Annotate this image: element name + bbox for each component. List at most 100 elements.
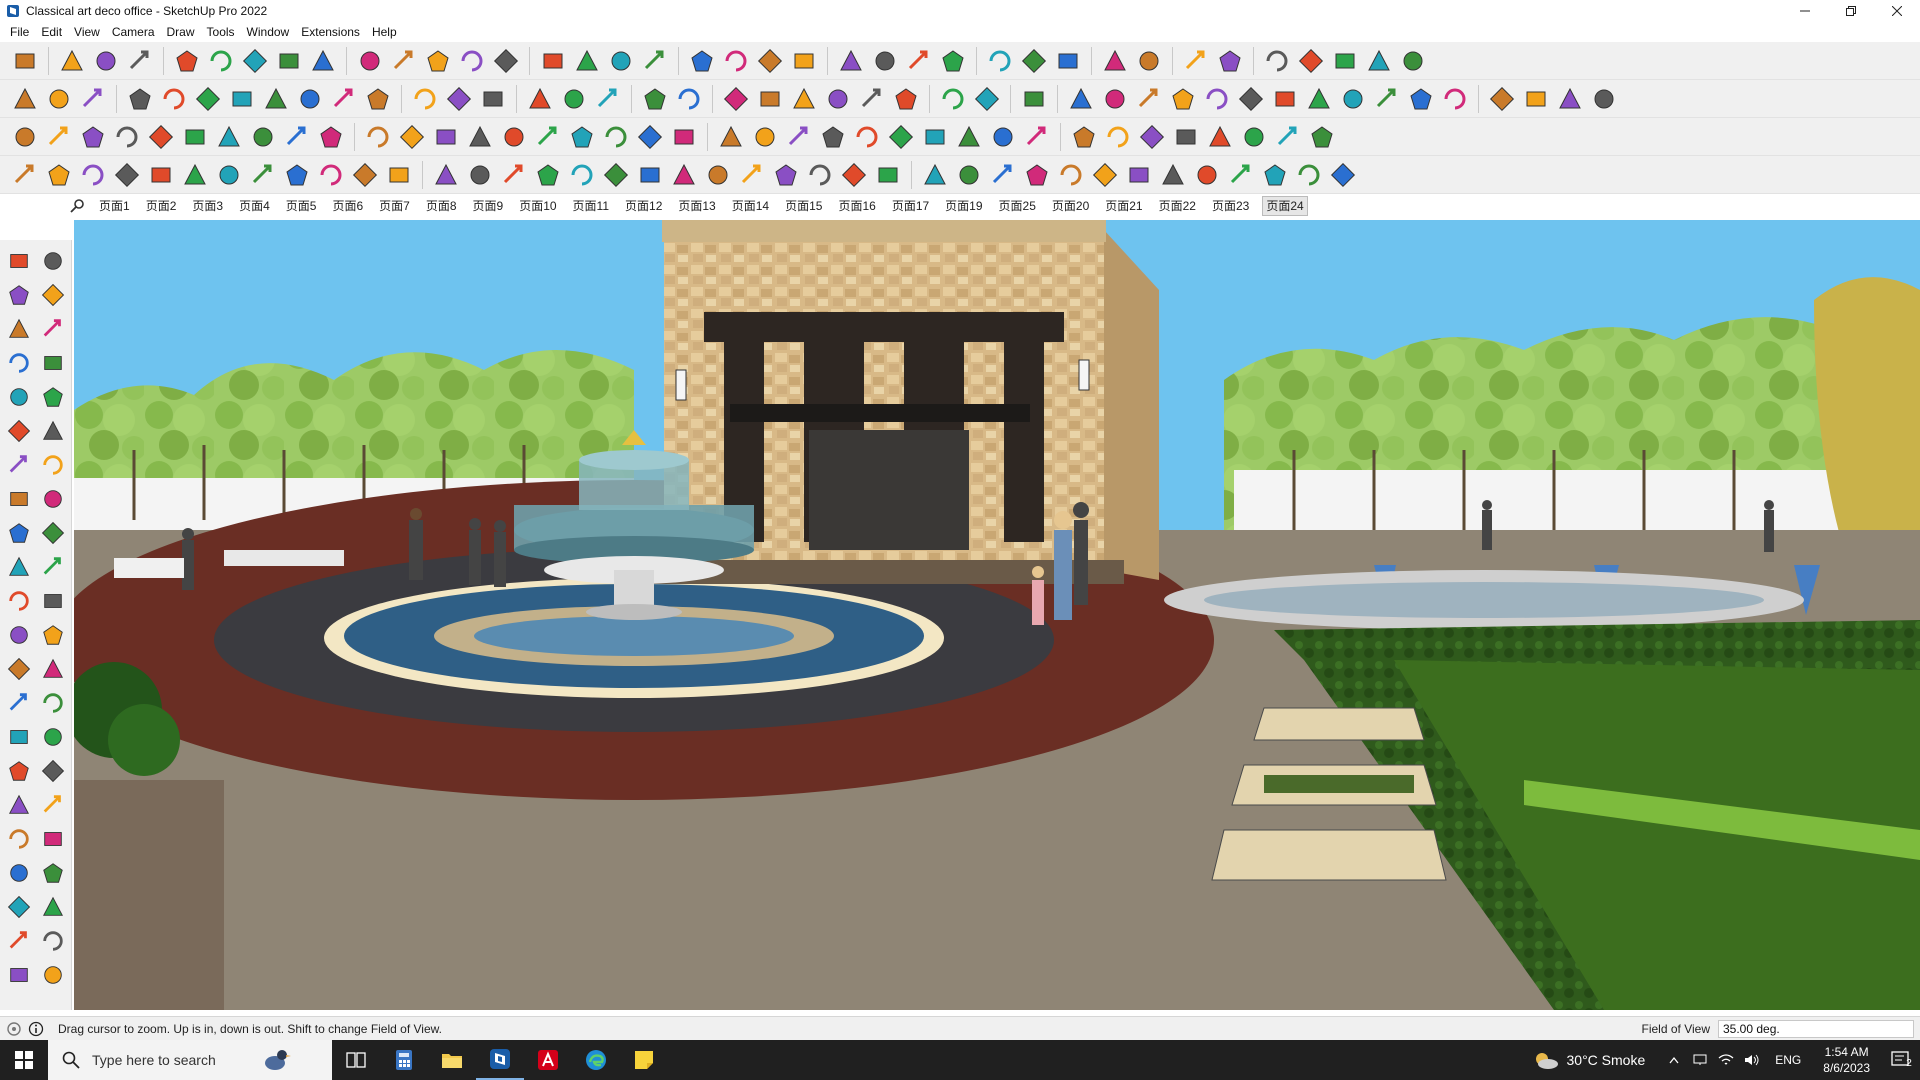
menu-tools[interactable]: Tools: [201, 22, 241, 42]
toolbar-tool-button[interactable]: [1338, 84, 1368, 114]
toolbar-tool-button[interactable]: [57, 46, 87, 76]
left-tool-button[interactable]: [36, 550, 70, 584]
toolbar-tool-button[interactable]: [1205, 122, 1235, 152]
toolbar-tool-button[interactable]: [1262, 46, 1292, 76]
toolbar-tool-button[interactable]: [389, 46, 419, 76]
toolbar-tool-button[interactable]: [465, 122, 495, 152]
start-button[interactable]: [0, 1040, 48, 1080]
scene-tab[interactable]: 页面20: [1049, 197, 1092, 215]
toolbar-tool-button[interactable]: [282, 160, 312, 190]
toolbar-tool-button[interactable]: [593, 84, 623, 114]
left-tool-button[interactable]: [2, 652, 36, 686]
toolbar-tool-button[interactable]: [78, 160, 108, 190]
toolbar-tool-button[interactable]: [206, 46, 236, 76]
toolbar-tool-button[interactable]: [499, 160, 529, 190]
toolbar-tool-button[interactable]: [988, 122, 1018, 152]
toolbar-tool-button[interactable]: [172, 46, 202, 76]
toolbar-tool-button[interactable]: [687, 46, 717, 76]
left-tool-button[interactable]: [2, 856, 36, 890]
scene-tab[interactable]: 页面13: [675, 197, 718, 215]
toolbar-tool-button[interactable]: [640, 46, 670, 76]
taskbar-sticky-notes[interactable]: [620, 1040, 668, 1080]
scene-tab[interactable]: 页面17: [889, 197, 932, 215]
scene-tab[interactable]: 页面16: [835, 197, 878, 215]
menu-draw[interactable]: Draw: [161, 22, 201, 42]
toolbar-tool-button[interactable]: [329, 84, 359, 114]
scene-search-icon[interactable]: [70, 198, 86, 214]
left-tool-button[interactable]: [36, 278, 70, 312]
left-tool-button[interactable]: [2, 550, 36, 584]
tray-display[interactable]: [1687, 1054, 1713, 1066]
left-tool-button[interactable]: [2, 312, 36, 346]
toolbar-tool-button[interactable]: [640, 84, 670, 114]
toolbar-tool-button[interactable]: [282, 122, 312, 152]
toolbar-tool-button[interactable]: [308, 46, 338, 76]
left-tool-button[interactable]: [36, 516, 70, 550]
toolbar-tool-button[interactable]: [1137, 122, 1167, 152]
toolbar-tool-button[interactable]: [891, 84, 921, 114]
left-tool-button[interactable]: [2, 516, 36, 550]
toolbar-tool-button[interactable]: [1330, 46, 1360, 76]
toolbar-tool-button[interactable]: [606, 46, 636, 76]
left-tool-button[interactable]: [36, 822, 70, 856]
toolbar-tool-button[interactable]: [789, 84, 819, 114]
toolbar-tool-button[interactable]: [44, 160, 74, 190]
toolbar-tool-button[interactable]: [227, 84, 257, 114]
toolbar-tool-button[interactable]: [316, 122, 346, 152]
toolbar-tool-button[interactable]: [1066, 84, 1096, 114]
toolbar-tool-button[interactable]: [363, 122, 393, 152]
tray-overflow-button[interactable]: [1661, 1056, 1687, 1064]
left-tool-button[interactable]: [2, 788, 36, 822]
toolbar-tool-button[interactable]: [444, 84, 474, 114]
toolbar-tool-button[interactable]: [1328, 160, 1358, 190]
menu-view[interactable]: View: [68, 22, 106, 42]
toolbar-tool-button[interactable]: [1273, 122, 1303, 152]
left-tool-button[interactable]: [2, 720, 36, 754]
close-button[interactable]: [1874, 0, 1920, 22]
left-tool-button[interactable]: [2, 244, 36, 278]
toolbar-tool-button[interactable]: [363, 84, 393, 114]
scene-tab[interactable]: 页面3: [189, 197, 226, 215]
scene-tab[interactable]: 页面7: [376, 197, 413, 215]
toolbar-tool-button[interactable]: [635, 160, 665, 190]
toolbar-tool-button[interactable]: [112, 122, 142, 152]
toolbar-tool-button[interactable]: [146, 160, 176, 190]
taskbar-calculator[interactable]: [380, 1040, 428, 1080]
left-tool-button[interactable]: [2, 346, 36, 380]
toolbar-tool-button[interactable]: [1239, 122, 1269, 152]
scene-tab[interactable]: 页面2: [143, 197, 180, 215]
left-tool-button[interactable]: [36, 754, 70, 788]
model-viewport[interactable]: [74, 220, 1920, 1010]
minimize-button[interactable]: [1782, 0, 1828, 22]
info-icon[interactable]: [28, 1021, 44, 1037]
toolbar-tool-button[interactable]: [499, 122, 529, 152]
toolbar-tool-button[interactable]: [125, 46, 155, 76]
toolbar-tool-button[interactable]: [431, 160, 461, 190]
scene-tab[interactable]: 页面25: [996, 197, 1039, 215]
toolbar-tool-button[interactable]: [1260, 160, 1290, 190]
toolbar-tool-button[interactable]: [1192, 160, 1222, 190]
toolbar-tool-button[interactable]: [1171, 122, 1201, 152]
toolbar-tool-button[interactable]: [525, 84, 555, 114]
taskbar-task-view[interactable]: [332, 1040, 380, 1080]
scene-tab[interactable]: 页面1: [96, 197, 133, 215]
toolbar-tool-button[interactable]: [972, 84, 1002, 114]
scene-tab[interactable]: 页面10: [516, 197, 559, 215]
toolbar-tool-button[interactable]: [316, 160, 346, 190]
toolbar-tool-button[interactable]: [1168, 84, 1198, 114]
toolbar-tool-button[interactable]: [1022, 160, 1052, 190]
toolbar-tool-button[interactable]: [601, 160, 631, 190]
left-tool-button[interactable]: [2, 890, 36, 924]
toolbar-tool-button[interactable]: [410, 84, 440, 114]
toolbar-tool-button[interactable]: [938, 46, 968, 76]
taskbar-edge[interactable]: [572, 1040, 620, 1080]
toolbar-tool-button[interactable]: [478, 84, 508, 114]
measurements-input[interactable]: 35.00 deg.: [1718, 1020, 1914, 1038]
left-tool-button[interactable]: [2, 924, 36, 958]
language-indicator[interactable]: ENG: [1775, 1053, 1801, 1067]
scene-tab[interactable]: 页面21: [1102, 197, 1145, 215]
toolbar-tool-button[interactable]: [1100, 84, 1130, 114]
toolbar-tool-button[interactable]: [10, 46, 40, 76]
tray-volume[interactable]: [1739, 1054, 1765, 1066]
toolbar-tool-button[interactable]: [1069, 122, 1099, 152]
